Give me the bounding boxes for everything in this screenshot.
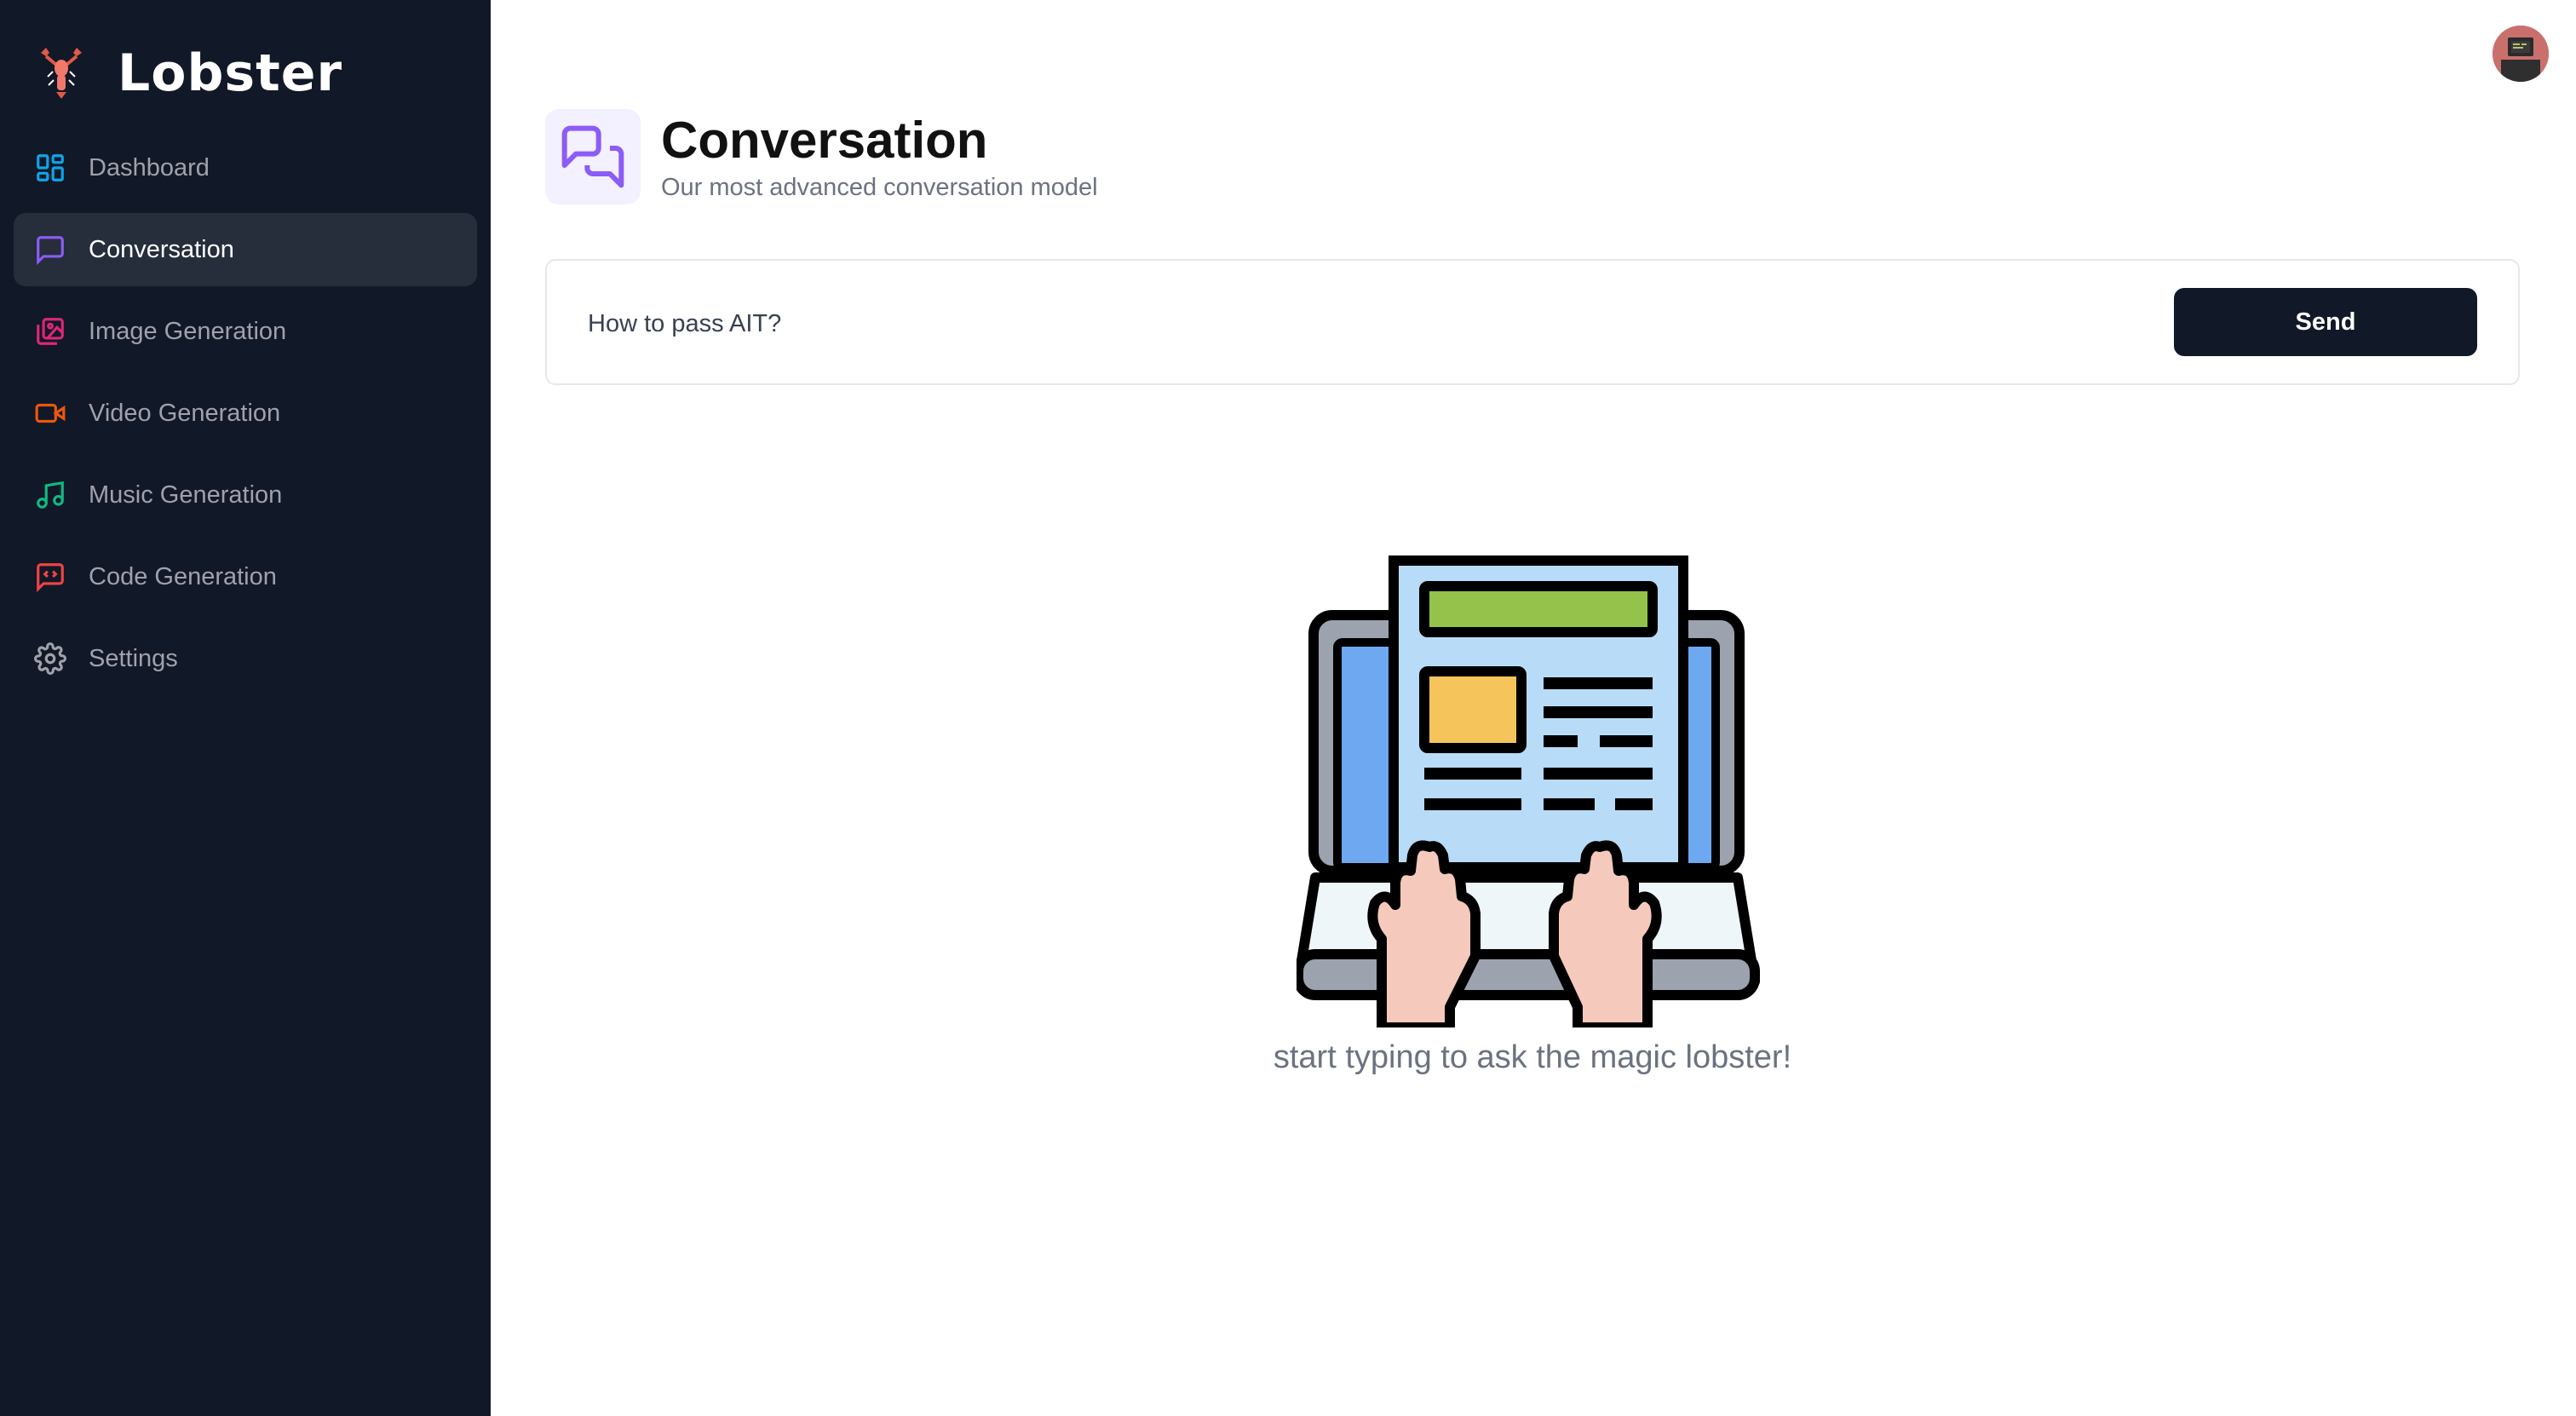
message-square-icon (37, 236, 64, 266)
dashboard-icon (37, 154, 64, 181)
sidebar-item-label: Code Generation (89, 562, 277, 590)
page-heading-icon (545, 109, 641, 204)
video-icon (35, 403, 66, 423)
empty-state-text: start typing to ask the magic lobster! (1273, 1039, 1792, 1075)
sidebar-item-conversation[interactable]: Conversation (14, 213, 477, 286)
laptop-typing-illustration (1297, 555, 1760, 1027)
sidebar-item-label: Music Generation (89, 481, 283, 509)
user-avatar[interactable] (2493, 26, 2549, 82)
sidebar-item-code-generation[interactable]: Code Generation (14, 540, 477, 613)
sidebar-item-video-generation[interactable]: Video Generation (14, 377, 477, 450)
sidebar-item-music-generation[interactable]: Music Generation (14, 458, 477, 532)
sidebar-item-label: Settings (89, 644, 178, 672)
messages-icon (561, 125, 624, 188)
sidebar: Lobster Dashboard Conversation Image Gen… (0, 0, 491, 1416)
sidebar-item-image-generation[interactable]: Image Generation (14, 295, 477, 368)
sidebar-item-label: Dashboard (89, 153, 210, 181)
brand[interactable]: Lobster (31, 39, 342, 107)
sidebar-item-dashboard[interactable]: Dashboard (14, 131, 477, 204)
page-title: Conversation (661, 112, 988, 169)
sidebar-item-label: Video Generation (89, 399, 281, 427)
avatar-image-icon (2493, 26, 2549, 82)
sidebar-item-label: Image Generation (89, 317, 287, 345)
sidebar-item-label: Conversation (89, 235, 234, 263)
app-name: Lobster (118, 43, 343, 103)
sidebar-item-settings[interactable]: Settings (14, 622, 477, 695)
prompt-input[interactable] (586, 291, 2140, 356)
sidebar-nav: Dashboard Conversation Image Generation … (14, 131, 477, 704)
lobster-logo-icon (41, 48, 82, 99)
image-icon (37, 318, 64, 345)
main-content: Conversation Our most advanced conversat… (491, 0, 2576, 1416)
prompt-form: Send (545, 259, 2520, 385)
music-icon (37, 481, 64, 509)
send-button[interactable]: Send (2174, 288, 2477, 356)
code-icon (37, 563, 64, 593)
page-subtitle: Our most advanced conversation model (661, 174, 1098, 201)
gear-icon (34, 642, 66, 675)
